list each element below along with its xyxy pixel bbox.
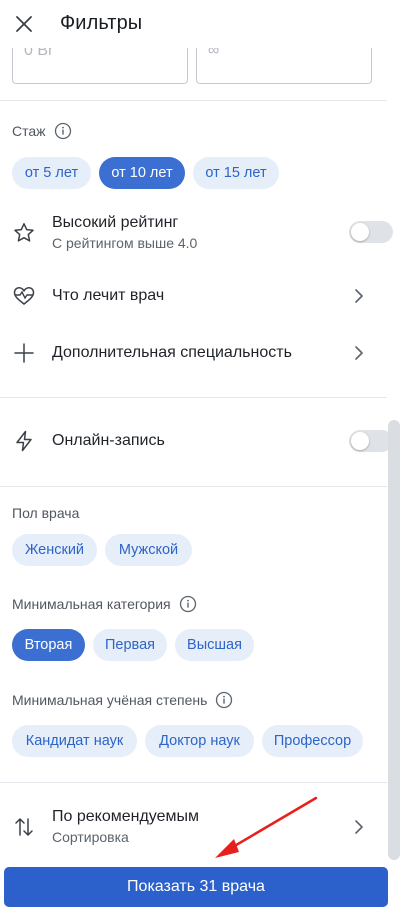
- sort-title: По рекомендуемым: [52, 808, 200, 825]
- extra-specialty-row[interactable]: Дополнительная специальность: [0, 325, 387, 381]
- chip-degree-doctor[interactable]: Доктор наук: [145, 725, 254, 757]
- heart-pulse-icon: [12, 284, 36, 308]
- high-rating-row[interactable]: Высокий рейтинг С рейтингом выше 4.0: [0, 206, 387, 262]
- online-booking-toggle[interactable]: [349, 430, 393, 452]
- category-label: Минимальная категория: [12, 595, 197, 613]
- experience-label: Стаж: [12, 122, 72, 140]
- chip-category-second[interactable]: Вторая: [12, 629, 85, 661]
- info-icon[interactable]: [54, 122, 72, 140]
- degree-label-text: Минимальная учёная степень: [12, 692, 208, 708]
- sort-arrows-icon: [12, 815, 36, 839]
- price-range: 0 Br ∞: [12, 48, 372, 84]
- treats-row[interactable]: Что лечит врач: [0, 268, 387, 324]
- chip-category-highest[interactable]: Высшая: [175, 629, 254, 661]
- price-from-placeholder: 0 Br: [24, 48, 54, 59]
- chevron-right-icon: [351, 345, 367, 361]
- high-rating-title: Высокий рейтинг: [52, 214, 179, 231]
- sort-row[interactable]: По рекомендуемым Сортировка: [0, 799, 387, 855]
- filters-content: 0 Br ∞ Стаж от 5 лет от 10 лет от 15 лет…: [0, 48, 407, 860]
- chevron-right-icon: [351, 819, 367, 835]
- chevron-right-icon: [351, 288, 367, 304]
- plus-icon: [12, 341, 36, 365]
- chip-experience-15[interactable]: от 15 лет: [193, 157, 279, 189]
- info-icon[interactable]: [179, 595, 197, 613]
- price-from-input[interactable]: 0 Br: [12, 48, 188, 84]
- chip-experience-5[interactable]: от 5 лет: [12, 157, 91, 189]
- chip-experience-10[interactable]: от 10 лет: [99, 157, 185, 189]
- divider: [0, 486, 387, 487]
- toggle-knob: [351, 432, 369, 450]
- divider: [0, 100, 387, 101]
- footer-bar: Показать 31 врача: [0, 860, 407, 918]
- category-label-text: Минимальная категория: [12, 596, 171, 612]
- page-title: Фильтры: [60, 12, 143, 34]
- price-to-input[interactable]: ∞: [196, 48, 372, 84]
- close-button[interactable]: [10, 10, 38, 38]
- star-icon: [12, 221, 36, 245]
- extra-specialty-title: Дополнительная специальность: [52, 344, 292, 361]
- header-bar: Фильтры: [0, 0, 407, 48]
- chip-degree-professor[interactable]: Профессор: [262, 725, 363, 757]
- toggle-knob: [351, 223, 369, 241]
- scrollbar-thumb[interactable]: [388, 420, 400, 860]
- chip-degree-candidate[interactable]: Кандидат наук: [12, 725, 137, 757]
- high-rating-toggle[interactable]: [349, 221, 393, 243]
- experience-label-text: Стаж: [12, 123, 46, 139]
- online-booking-title: Онлайн-запись: [52, 432, 165, 449]
- chip-gender-male[interactable]: Мужской: [105, 534, 192, 566]
- high-rating-subtitle: С рейтингом выше 4.0: [52, 235, 198, 251]
- price-to-placeholder: ∞: [208, 48, 220, 59]
- chip-category-first[interactable]: Первая: [93, 629, 167, 661]
- divider: [0, 782, 387, 783]
- info-icon[interactable]: [215, 691, 233, 709]
- close-icon: [16, 16, 32, 32]
- lightning-icon: [12, 429, 36, 453]
- divider: [0, 397, 387, 398]
- treats-title: Что лечит врач: [52, 287, 165, 304]
- sort-subtitle: Сортировка: [52, 829, 129, 845]
- gender-label: Пол врача: [12, 505, 80, 521]
- chip-gender-female[interactable]: Женский: [12, 534, 97, 566]
- show-results-button[interactable]: Показать 31 врача: [4, 867, 388, 907]
- online-booking-row[interactable]: Онлайн-запись: [0, 413, 387, 469]
- degree-label: Минимальная учёная степень: [12, 691, 233, 709]
